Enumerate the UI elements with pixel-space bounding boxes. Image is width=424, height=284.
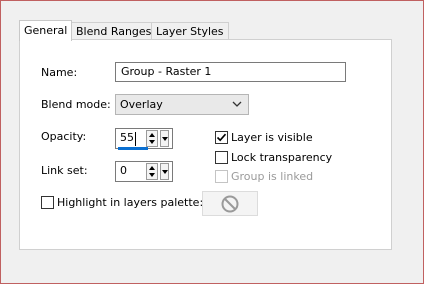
lock-transparency-checkbox[interactable] [215,151,228,164]
group-linked-label: Group is linked [231,170,314,183]
spin-up-arrow-icon [149,166,155,170]
no-color-icon [221,195,239,213]
text-caret [135,132,136,146]
chevron-down-icon [232,101,242,107]
name-input[interactable]: Group - Raster 1 [115,62,346,82]
opacity-spinbox[interactable]: 55 [115,128,173,149]
opacity-dropdown-button[interactable] [160,130,169,147]
highlight-checkbox[interactable] [41,196,54,209]
chevron-down-icon [162,137,168,141]
link-set-value: 0 [120,164,127,177]
lock-transparency-label: Lock transparency [231,151,333,164]
opacity-value: 55 [120,131,134,144]
blend-mode-value: Overlay [120,98,163,111]
opacity-slider-fill[interactable] [118,147,148,150]
layer-visible-checkbox[interactable] [215,131,228,144]
tab-layer-styles[interactable]: Layer Styles [151,22,229,40]
group-linked-checkbox[interactable] [215,170,228,183]
opacity-stepper[interactable] [146,130,158,147]
opacity-label: Opacity: [41,130,87,143]
checkmark-icon [216,133,227,142]
spin-down-arrow-icon [149,173,155,177]
link-set-label: Link set: [41,164,88,177]
spin-up-arrow-icon [149,133,155,137]
name-label: Name: [41,66,78,79]
general-panel: Name: Group - Raster 1 Blend mode: Overl… [19,39,392,250]
tab-general[interactable]: General [19,20,73,41]
blend-mode-select[interactable]: Overlay [115,94,249,115]
link-set-spinbox[interactable]: 0 [115,161,173,182]
layer-visible-label: Layer is visible [231,131,313,144]
tab-blend-ranges[interactable]: Blend Ranges [71,22,157,40]
highlight-label: Highlight in layers palette: [57,196,204,209]
chevron-down-icon [162,170,168,174]
link-set-stepper[interactable] [146,163,158,180]
blend-mode-label: Blend mode: [41,98,111,111]
link-set-dropdown-button[interactable] [160,163,169,180]
highlight-color-button[interactable] [202,191,258,216]
spin-down-arrow-icon [149,140,155,144]
